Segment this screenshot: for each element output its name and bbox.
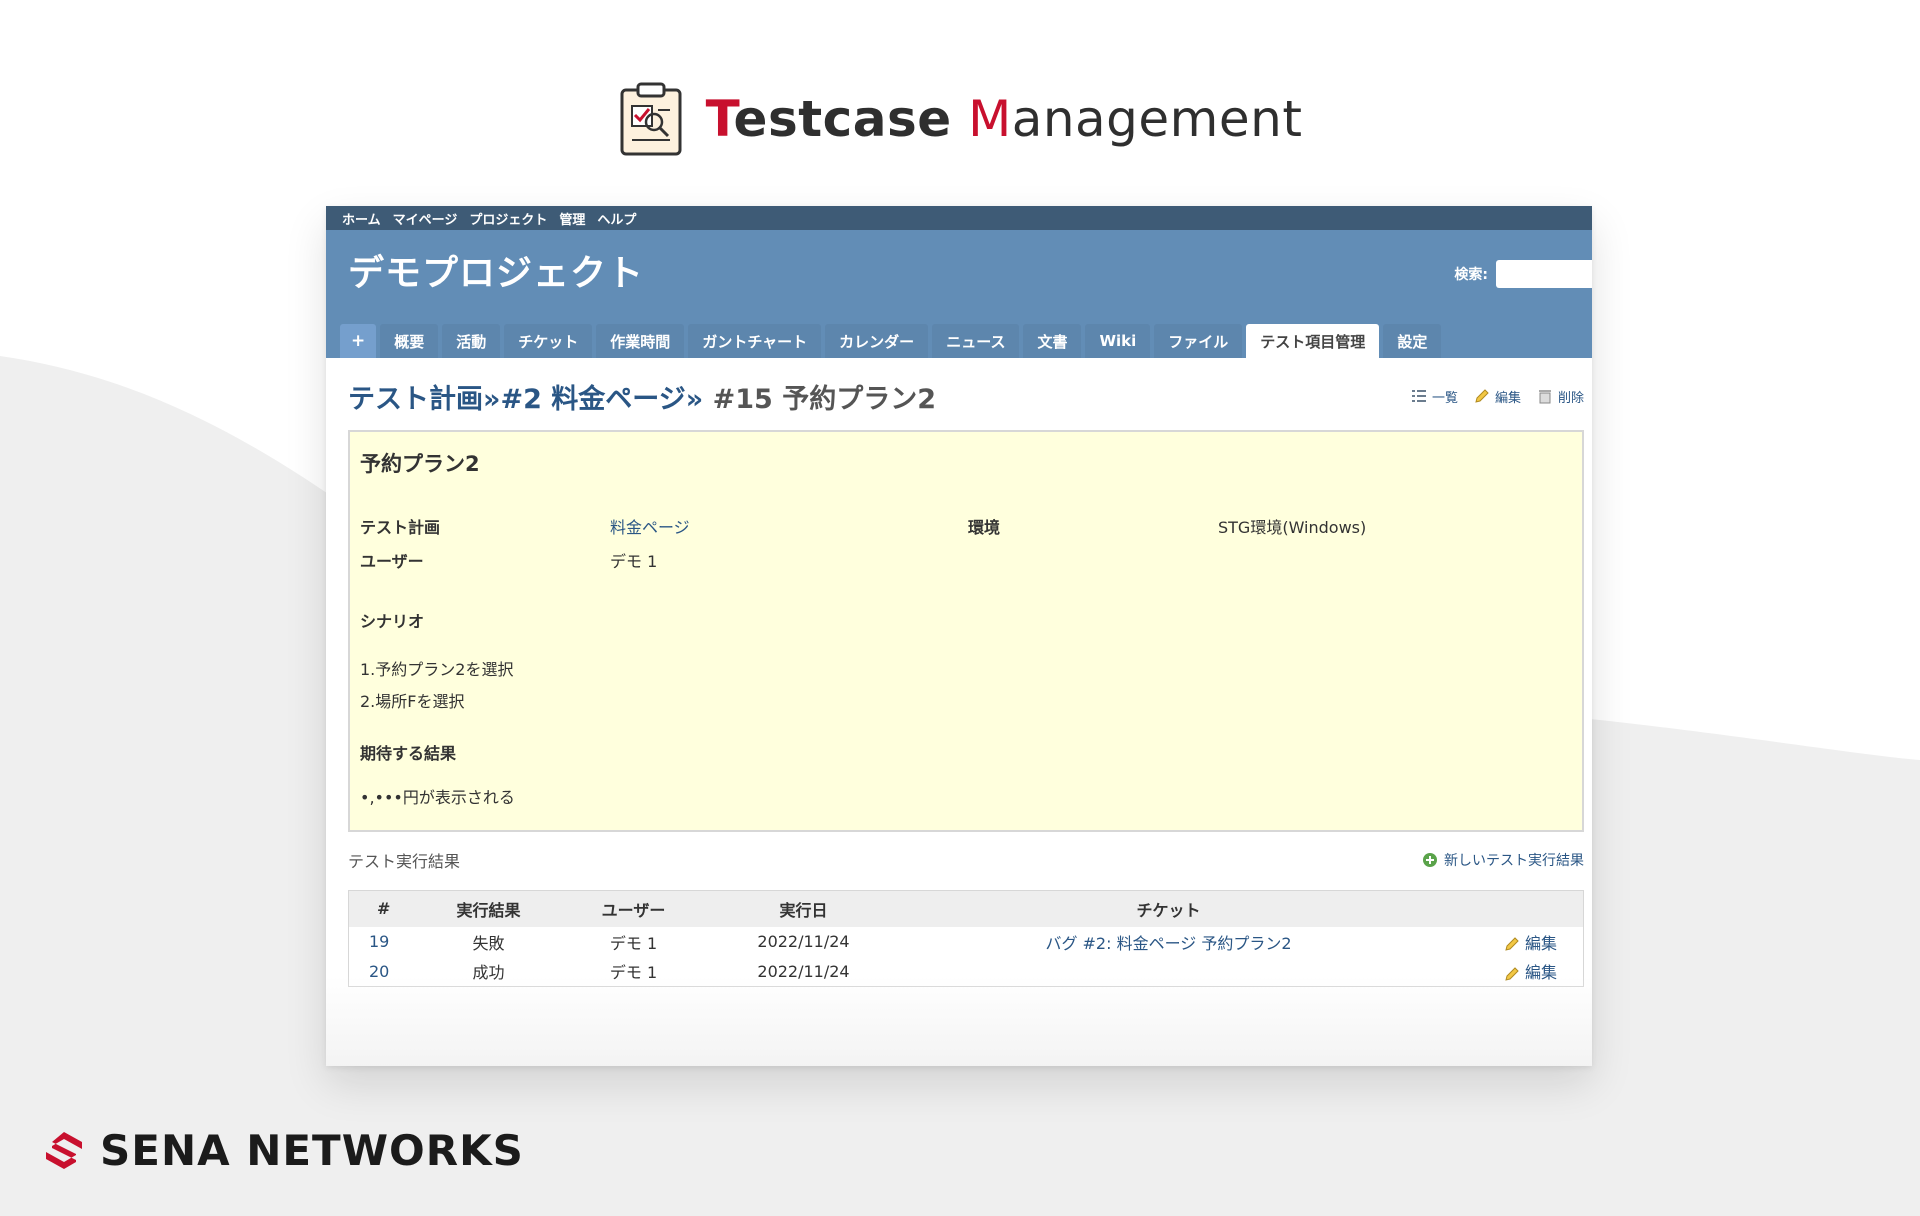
screenshot-fade — [326, 976, 1592, 1066]
expected-heading: 期待する結果 — [360, 744, 457, 763]
scenario-heading: シナリオ — [360, 612, 425, 631]
delete-action[interactable]: 削除 — [1537, 387, 1584, 406]
row-id-link[interactable]: 19 — [349, 927, 419, 957]
testcase-attributes: テスト計画 料金ページ 環境 STG環境(Windows) ユーザー デモ 1 — [360, 514, 1572, 572]
tab-issues[interactable]: チケット — [504, 324, 593, 358]
row-result: 失敗 — [472, 933, 505, 953]
search-input[interactable] — [1496, 260, 1592, 288]
top-menu-home[interactable]: ホーム — [342, 209, 381, 228]
table-header-row: # 実行結果 ユーザー 実行日 チケット — [348, 890, 1584, 927]
col-result[interactable]: 実行結果 — [418, 890, 559, 927]
tab-activity[interactable]: 活動 — [442, 324, 501, 358]
row-user: デモ 1 — [609, 933, 658, 953]
page-title: テスト計画»#2 料金ページ» #15 予約プラン2 — [348, 377, 936, 416]
results-header: テスト実行結果 新しいテスト実行結果 — [348, 848, 1584, 872]
top-menu-admin[interactable]: 管理 — [559, 209, 585, 228]
env-value: STG環境(Windows) — [1218, 518, 1367, 537]
edit-action[interactable]: 編集 — [1474, 387, 1521, 406]
tab-files[interactable]: ファイル — [1154, 324, 1243, 358]
col-id[interactable]: # — [348, 890, 419, 927]
list-action[interactable]: 一覧 — [1411, 387, 1458, 406]
current-testcase: #15 予約プラン2 — [712, 383, 936, 415]
clipboard-check-icon — [620, 82, 682, 156]
sena-logo-text: SENA NETWORKS — [100, 1126, 524, 1175]
table-row: 19 失敗 デモ 1 2022/11/24 バグ #2: 料金ページ 予約プラン… — [349, 927, 1584, 957]
sena-logo-icon — [46, 1131, 82, 1169]
project-header: デモプロジェクト 検索: + 概要 活動 チケット 作業時間 ガントチャート カ… — [326, 230, 1592, 358]
row-date: 2022/11/24 — [757, 932, 850, 951]
plan-label: テスト計画 — [360, 518, 441, 537]
col-date[interactable]: 実行日 — [708, 890, 899, 927]
tab-new[interactable]: + — [340, 324, 377, 358]
expected-value: •,•••円が表示される — [360, 788, 515, 807]
tab-testcases[interactable]: テスト項目管理 — [1246, 324, 1380, 358]
breadcrumb-separator: » — [483, 383, 501, 415]
search-label: 検索: — [1454, 267, 1488, 283]
tab-settings[interactable]: 設定 — [1383, 324, 1442, 358]
user-value: デモ 1 — [610, 552, 658, 571]
top-menu-help[interactable]: ヘルプ — [597, 209, 636, 228]
tab-documents[interactable]: 文書 — [1023, 324, 1082, 358]
new-result-label: 新しいテスト実行結果 — [1444, 853, 1584, 869]
breadcrumb-test-plan[interactable]: #2 料金ページ — [500, 384, 685, 415]
scenario-step: 1.予約プラン2を選択 — [360, 660, 514, 679]
tab-news[interactable]: ニュース — [932, 324, 1020, 358]
tab-overview[interactable]: 概要 — [380, 324, 439, 358]
list-icon — [1411, 390, 1426, 402]
results-title: テスト実行結果 — [348, 852, 461, 871]
row-edit-label: 編集 — [1524, 933, 1557, 953]
top-menu-mypage[interactable]: マイページ — [393, 209, 458, 228]
testcase-details: 予約プラン2 テスト計画 料金ページ 環境 STG環境(Windows) ユーザ… — [348, 430, 1584, 832]
search-area: 検索: — [1454, 260, 1592, 288]
testcase-name: 予約プラン2 — [360, 452, 480, 476]
list-action-label: 一覧 — [1431, 390, 1458, 406]
row-edit[interactable]: 編集 — [1439, 927, 1584, 957]
scenario-step: 2.場所Fを選択 — [360, 692, 465, 711]
brand-title-second: Management — [968, 90, 1303, 148]
plan-link[interactable]: 料金ページ — [610, 514, 968, 538]
breadcrumb-separator: » — [685, 383, 704, 415]
pencil-icon — [1475, 389, 1489, 403]
edit-action-label: 編集 — [1494, 390, 1521, 406]
add-icon — [1423, 853, 1437, 867]
top-menu: ホーム マイページ プロジェクト 管理 ヘルプ — [326, 206, 1592, 230]
row-ticket-link[interactable]: バグ #2: 料金ページ 予約プラン2 — [899, 927, 1439, 957]
user-label: ユーザー — [360, 552, 424, 571]
tab-calendar[interactable]: カレンダー — [825, 324, 929, 358]
results-table: # 実行結果 ユーザー 実行日 チケット 19 失敗 デモ 1 2022/11/… — [348, 890, 1584, 987]
breadcrumb-test-plans[interactable]: テスト計画 — [348, 384, 483, 415]
col-user[interactable]: ユーザー — [558, 890, 709, 927]
contextual-actions: 一覧 編集 削除 — [1411, 387, 1584, 406]
col-actions — [1438, 890, 1584, 927]
brand-title-first: Testcase — [705, 90, 952, 148]
tab-gantt[interactable]: ガントチャート — [688, 324, 822, 358]
redmine-screenshot: ホーム マイページ プロジェクト 管理 ヘルプ デモプロジェクト 検索: + 概… — [326, 206, 1592, 1066]
sena-networks-logo: SENA NETWORKS — [42, 1126, 524, 1175]
brand-header: Testcase Management — [0, 82, 1920, 156]
pencil-icon — [1505, 937, 1519, 951]
delete-action-label: 削除 — [1557, 390, 1584, 406]
col-ticket[interactable]: チケット — [898, 890, 1439, 927]
new-result-link[interactable]: 新しいテスト実行結果 — [1422, 850, 1584, 870]
env-label: 環境 — [968, 518, 1001, 537]
main-menu-tabs: + 概要 活動 チケット 作業時間 ガントチャート カレンダー ニュース 文書 … — [340, 324, 1442, 358]
tab-time-entries[interactable]: 作業時間 — [596, 324, 685, 358]
brand-title: Testcase Management — [706, 90, 1303, 148]
top-menu-projects[interactable]: プロジェクト — [469, 209, 547, 228]
tab-wiki[interactable]: Wiki — [1085, 324, 1151, 358]
content-area: テスト計画»#2 料金ページ» #15 予約プラン2 一覧 編集 削除 予約プラ… — [326, 358, 1592, 987]
project-name: デモプロジェクト — [348, 253, 645, 294]
title-row: テスト計画»#2 料金ページ» #15 予約プラン2 一覧 編集 削除 — [348, 376, 1584, 416]
trash-icon — [1538, 390, 1551, 404]
